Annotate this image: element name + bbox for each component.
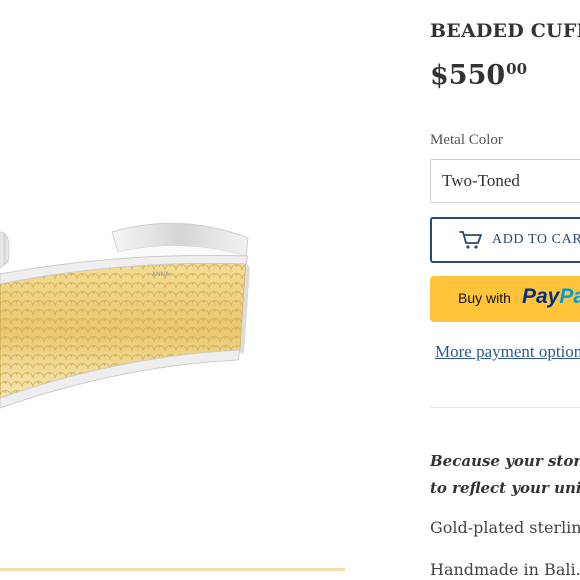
product-image[interactable]: ANNA xyxy=(0,0,360,580)
product-info: BEADED CUFF $55000 Metal Color Two-Toned… xyxy=(430,0,580,580)
cuff-illustration: ANNA xyxy=(0,222,345,571)
more-payment-options-link[interactable]: More payment options xyxy=(435,342,580,362)
tagline-line-2: to reflect your uniqueness xyxy=(430,479,580,497)
tagline-line-1: Because your story is xyxy=(430,452,580,470)
metal-color-label: Metal Color xyxy=(430,132,503,148)
description-line-material: Gold-plated sterling silver xyxy=(430,518,580,537)
cart-icon xyxy=(459,230,483,255)
paypal-button[interactable]: Buy with PayPal xyxy=(430,276,580,322)
divider xyxy=(430,407,580,408)
add-to-cart-button[interactable]: ADD TO CART xyxy=(430,217,580,263)
buy-with-label: Buy with xyxy=(458,290,511,306)
product-price: $55000 xyxy=(430,60,527,91)
metal-color-select[interactable]: Two-Toned xyxy=(430,159,580,203)
svg-text:ANNA: ANNA xyxy=(152,271,170,278)
paypal-logo: PayPal xyxy=(522,285,580,308)
product-title: BEADED CUFF xyxy=(430,20,580,42)
add-to-cart-label: ADD TO CART xyxy=(492,232,580,247)
price-dollars: $550 xyxy=(430,60,506,91)
description-tagline: Because your story is to reflect your un… xyxy=(430,448,580,502)
price-cents: 00 xyxy=(506,60,528,78)
description-line-origin: Handmade in Bali. xyxy=(430,560,580,579)
